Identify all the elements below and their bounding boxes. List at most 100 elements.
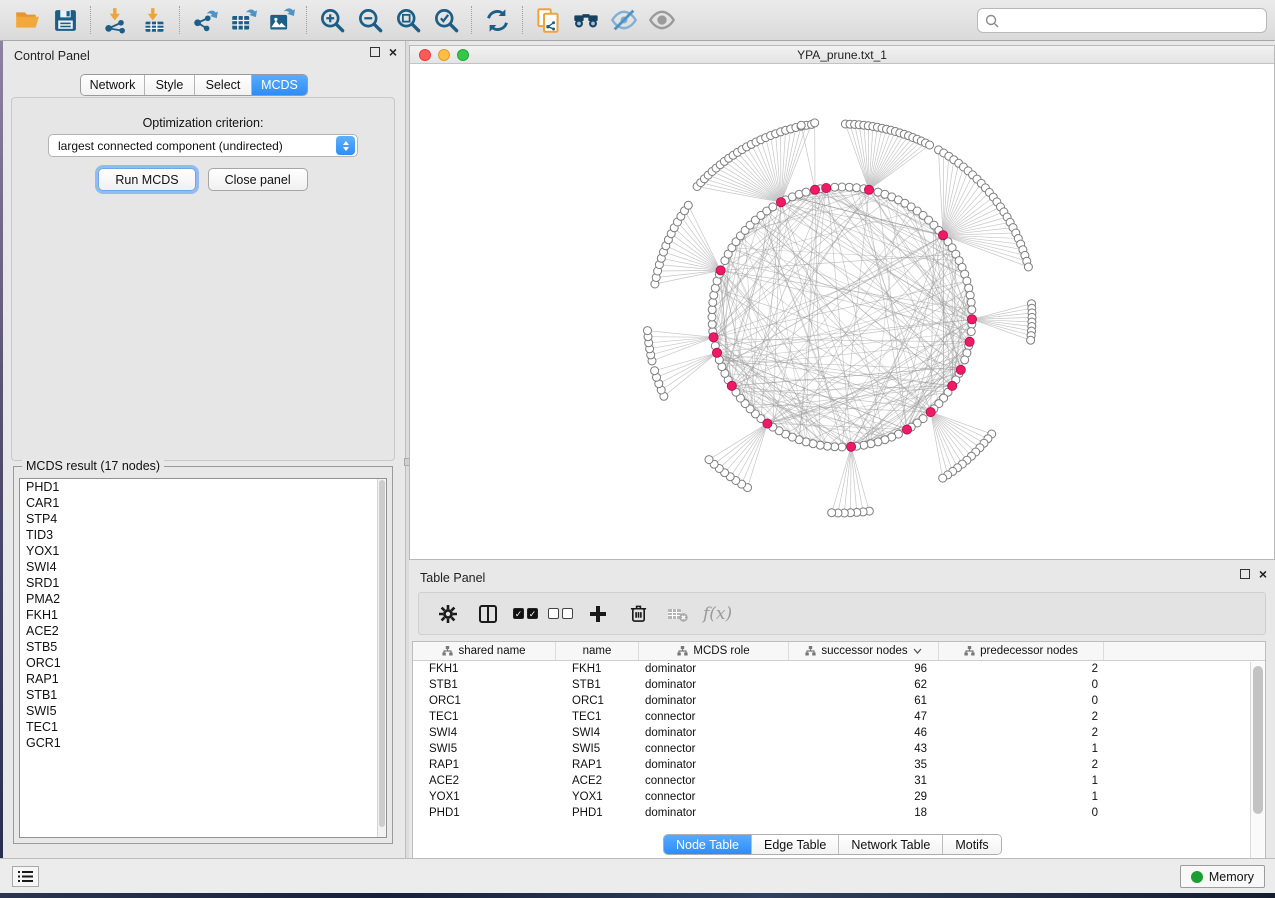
cell-successor-nodes: 62 — [789, 679, 939, 691]
table-row[interactable]: STB1STB1dominator620 — [413, 677, 1265, 693]
zoom-fit-icon[interactable] — [389, 3, 427, 37]
tab-edge-table[interactable]: Edge Table — [752, 835, 839, 854]
cell-shared-name: PHD1 — [413, 807, 556, 819]
tab-select[interactable]: Select — [195, 75, 252, 95]
mcds-result-item[interactable]: TID3 — [20, 527, 386, 543]
cell-successor-nodes: 43 — [789, 743, 939, 755]
tab-style[interactable]: Style — [145, 75, 195, 95]
mcds-result-item[interactable]: FKH1 — [20, 607, 386, 623]
mcds-result-item[interactable]: ORC1 — [20, 655, 386, 671]
table-row[interactable]: TEC1TEC1connector472 — [413, 709, 1265, 725]
float-table-panel-icon[interactable] — [1240, 569, 1250, 579]
zoom-out-icon[interactable] — [351, 3, 389, 37]
cell-successor-nodes: 29 — [789, 791, 939, 803]
cell-MCDS-role: connector — [639, 791, 789, 803]
show-hidden-icon[interactable] — [643, 3, 681, 37]
table-settings-icon[interactable] — [433, 599, 463, 629]
mcds-result-item[interactable]: SWI5 — [20, 703, 386, 719]
task-history-button[interactable] — [12, 866, 39, 887]
deselect-all-icon[interactable] — [548, 608, 573, 619]
mcds-result-item[interactable]: STB1 — [20, 687, 386, 703]
mcds-result-item[interactable]: TEC1 — [20, 719, 386, 735]
cell-predecessor-nodes: 2 — [939, 711, 1104, 723]
cell-predecessor-nodes: 2 — [939, 727, 1104, 739]
column-header-successor-nodes[interactable]: successor nodes — [789, 642, 939, 660]
table-row[interactable]: RAP1RAP1dominator352 — [413, 757, 1265, 773]
save-session-icon[interactable] — [46, 3, 84, 37]
dropdown-value: largest connected component (undirected) — [49, 139, 336, 153]
zoom-in-icon[interactable] — [313, 3, 351, 37]
add-column-icon[interactable] — [583, 599, 613, 629]
table-row[interactable]: YOX1YOX1connector291 — [413, 789, 1265, 805]
network-graph[interactable] — [410, 65, 1274, 559]
select-all-icon[interactable]: ✓✓ — [513, 608, 538, 619]
table-row[interactable]: ORC1ORC1dominator610 — [413, 693, 1265, 709]
table-row[interactable]: PHD1PHD1dominator180 — [413, 805, 1265, 821]
table-row[interactable]: FKH1FKH1dominator962 — [413, 661, 1265, 677]
show-columns-icon[interactable] — [473, 599, 503, 629]
cell-predecessor-nodes: 1 — [939, 743, 1104, 755]
copy-network-view-icon[interactable] — [529, 3, 567, 37]
import-table-icon[interactable] — [135, 3, 173, 37]
table-row[interactable]: ACE2ACE2connector311 — [413, 773, 1265, 789]
mcds-result-list[interactable]: PHD1CAR1STP4TID3YOX1SWI4SRD1PMA2FKH1ACE2… — [19, 478, 387, 838]
export-image-icon[interactable] — [262, 3, 300, 37]
cell-MCDS-role: dominator — [639, 727, 789, 739]
list-scrollbar-thumb[interactable] — [379, 480, 385, 827]
export-network-icon[interactable] — [186, 3, 224, 37]
mcds-result-item[interactable]: RAP1 — [20, 671, 386, 687]
close-table-panel-icon[interactable]: × — [1259, 569, 1267, 579]
close-panel-button[interactable]: Close panel — [208, 168, 308, 191]
run-mcds-button[interactable]: Run MCDS — [98, 168, 195, 191]
node-table: shared namenameMCDS rolesuccessor nodesp… — [412, 641, 1266, 895]
close-panel-icon[interactable]: × — [389, 47, 397, 57]
mcds-result-item[interactable]: SRD1 — [20, 575, 386, 591]
search-input[interactable] — [977, 8, 1267, 33]
network-canvas[interactable] — [410, 65, 1274, 559]
table-row[interactable]: SWI5SWI5connector431 — [413, 741, 1265, 757]
cell-MCDS-role: connector — [639, 775, 789, 787]
zoom-selected-icon[interactable] — [427, 3, 465, 37]
column-header-predecessor-nodes[interactable]: predecessor nodes — [939, 642, 1104, 660]
cell-name: STB1 — [556, 679, 639, 691]
refresh-layout-icon[interactable] — [478, 3, 516, 37]
column-header-MCDS-role[interactable]: MCDS role — [639, 642, 789, 660]
network-window-titlebar[interactable]: YPA_prune.txt_1 — [410, 46, 1274, 64]
cell-successor-nodes: 96 — [789, 663, 939, 675]
tab-node-table[interactable]: Node Table — [664, 835, 752, 854]
cell-MCDS-role: dominator — [639, 695, 789, 707]
mcds-result-item[interactable]: ACE2 — [20, 623, 386, 639]
import-network-icon[interactable] — [97, 3, 135, 37]
mcds-result-item[interactable]: SWI4 — [20, 559, 386, 575]
cell-shared-name: SWI4 — [413, 727, 556, 739]
table-scrollbar-thumb[interactable] — [1253, 666, 1263, 814]
mcds-result-item[interactable]: CAR1 — [20, 495, 386, 511]
mcds-result-item[interactable]: PMA2 — [20, 591, 386, 607]
list-scrollbar[interactable] — [377, 479, 386, 837]
cell-shared-name: ACE2 — [413, 775, 556, 787]
mcds-result-item[interactable]: YOX1 — [20, 543, 386, 559]
table-row[interactable]: SWI4SWI4dominator462 — [413, 725, 1265, 741]
open-session-icon[interactable] — [8, 3, 46, 37]
mcds-result-item[interactable]: STP4 — [20, 511, 386, 527]
cell-name: ACE2 — [556, 775, 639, 787]
column-header-name[interactable]: name — [556, 642, 639, 660]
delete-column-icon[interactable] — [623, 599, 653, 629]
network-view-window: YPA_prune.txt_1 — [409, 45, 1275, 560]
export-table-icon[interactable] — [224, 3, 262, 37]
cell-MCDS-role: connector — [639, 711, 789, 723]
memory-button[interactable]: Memory — [1180, 865, 1265, 888]
tab-network[interactable]: Network — [81, 75, 145, 95]
mcds-result-item[interactable]: GCR1 — [20, 735, 386, 751]
tab-network-table[interactable]: Network Table — [839, 835, 943, 854]
float-panel-icon[interactable] — [370, 47, 380, 57]
optimization-criterion-dropdown[interactable]: largest connected component (undirected) — [48, 134, 358, 157]
hide-selected-icon[interactable] — [605, 3, 643, 37]
cell-name: FKH1 — [556, 663, 639, 675]
column-header-shared-name[interactable]: shared name — [413, 642, 556, 660]
tab-motifs[interactable]: Motifs — [943, 835, 1000, 854]
mcds-result-item[interactable]: PHD1 — [20, 479, 386, 495]
mcds-result-item[interactable]: STB5 — [20, 639, 386, 655]
first-neighbors-icon[interactable] — [567, 3, 605, 37]
tab-mcds[interactable]: MCDS — [252, 75, 307, 95]
